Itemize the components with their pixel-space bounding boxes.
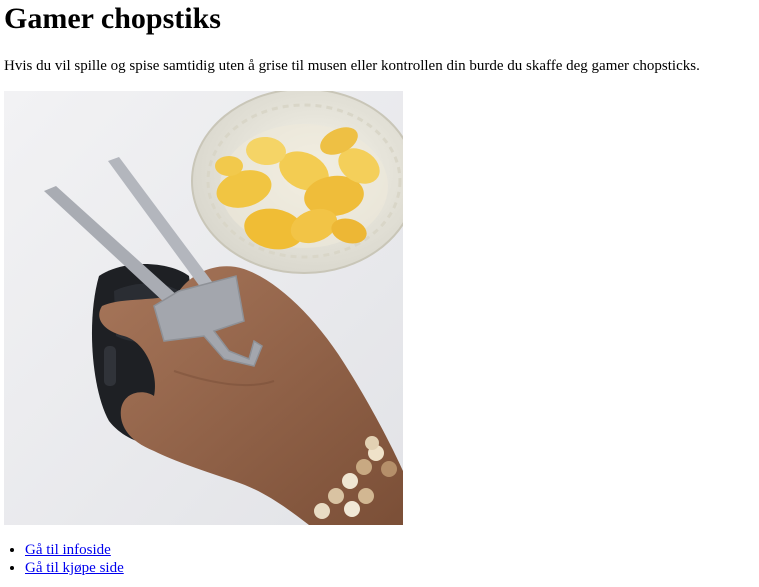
list-item: Gå til infoside <box>25 541 124 559</box>
navigation-links: Gå til infoside Gå til kjøpe side <box>4 541 124 577</box>
product-photo-illustration <box>4 91 403 525</box>
link-kjope-side[interactable]: Gå til kjøpe side <box>25 560 124 576</box>
intro-paragraph: Hvis du vil spille og spise samtidig ute… <box>4 58 700 74</box>
product-photo <box>4 91 403 525</box>
list-item: Gå til kjøpe side <box>25 559 124 577</box>
page-title: Gamer chopstiks <box>4 2 221 35</box>
link-infoside[interactable]: Gå til infoside <box>25 542 111 558</box>
